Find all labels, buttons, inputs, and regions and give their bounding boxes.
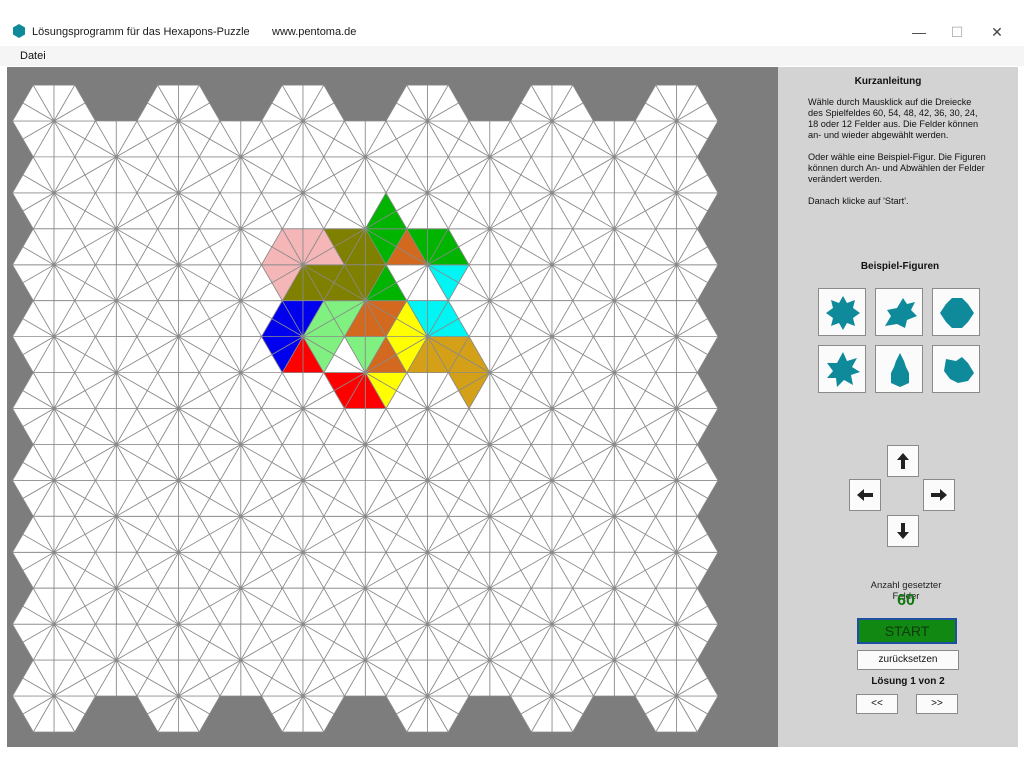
window-title: Lösungsprogramm für das Hexapons-Puzzle <box>32 26 250 38</box>
count-value: 60 <box>897 592 915 609</box>
instructions-line: Danach klicke auf 'Start'. <box>808 196 909 206</box>
solution-indicator: Lösung 1 von 2 <box>856 676 960 687</box>
solution-current: 1 <box>910 676 916 687</box>
instructions-text: Wähle durch Mausklick auf die Dreiecke d… <box>808 97 1003 207</box>
arrow-left-button[interactable] <box>849 479 881 511</box>
arrow-right-button[interactable] <box>923 479 955 511</box>
arrow-left-icon <box>857 489 873 501</box>
solution-total: 2 <box>939 676 945 687</box>
solution-of: von <box>918 676 937 687</box>
previous-solution-button[interactable]: << <box>856 694 898 714</box>
example-figure-6-icon <box>944 357 974 383</box>
arrow-down-button[interactable] <box>887 515 919 547</box>
instructions-line: verändert werden. <box>808 174 883 184</box>
example-figure-3-button[interactable] <box>932 288 980 336</box>
next-solution-button[interactable]: >> <box>916 694 958 714</box>
example-figure-6-button[interactable] <box>932 345 980 393</box>
minimize-button[interactable]: — <box>904 22 934 42</box>
puzzle-board[interactable] <box>7 67 778 747</box>
instructions-line: Oder wähle eine Beispiel-Figur. Die Figu… <box>808 152 986 162</box>
reset-button[interactable]: zurücksetzen <box>857 650 959 670</box>
arrow-up-icon <box>897 453 909 469</box>
side-panel: Kurzanleitung Wähle durch Mausklick auf … <box>778 67 1018 747</box>
arrow-up-button[interactable] <box>887 445 919 477</box>
example-figure-1-icon <box>826 296 860 330</box>
example-figure-5-button[interactable] <box>875 345 923 393</box>
arrow-down-icon <box>897 523 909 539</box>
menu-bar: Datei <box>0 46 1024 66</box>
example-figure-4-button[interactable] <box>818 345 866 393</box>
example-figure-3-icon <box>940 298 974 328</box>
example-figure-2-button[interactable] <box>875 288 923 336</box>
example-figure-5-icon <box>891 353 909 387</box>
arrow-right-icon <box>931 489 947 501</box>
app-hexagon-icon <box>13 24 25 38</box>
instructions-line: Wähle durch Mausklick auf die Dreiecke <box>808 97 972 107</box>
example-figure-4-icon <box>827 352 860 387</box>
start-button[interactable]: START <box>857 618 957 644</box>
solution-word: Lösung <box>871 676 908 687</box>
instructions-line: 18 oder 12 Felder aus. Die Felder können <box>808 119 979 129</box>
instructions-line: des Spielfeldes 60, 54, 48, 42, 36, 30, … <box>808 108 978 118</box>
instructions-heading: Kurzanleitung <box>854 76 922 87</box>
instructions-line: an- und wieder abgewählt werden. <box>808 130 949 140</box>
close-button[interactable]: ✕ <box>982 22 1012 42</box>
example-figure-2-icon <box>885 298 917 328</box>
example-figure-1-button[interactable] <box>818 288 866 336</box>
title-bar: Lösungsprogramm für das Hexapons-Puzzle … <box>0 0 1024 46</box>
maximize-button[interactable]: ☐ <box>942 22 972 42</box>
examples-heading: Beispiel-Figuren <box>860 261 940 272</box>
menu-file[interactable]: Datei <box>20 50 46 62</box>
window-url: www.pentoma.de <box>272 26 357 38</box>
instructions-line: können durch An- und Abwählen der Felder <box>808 163 985 173</box>
